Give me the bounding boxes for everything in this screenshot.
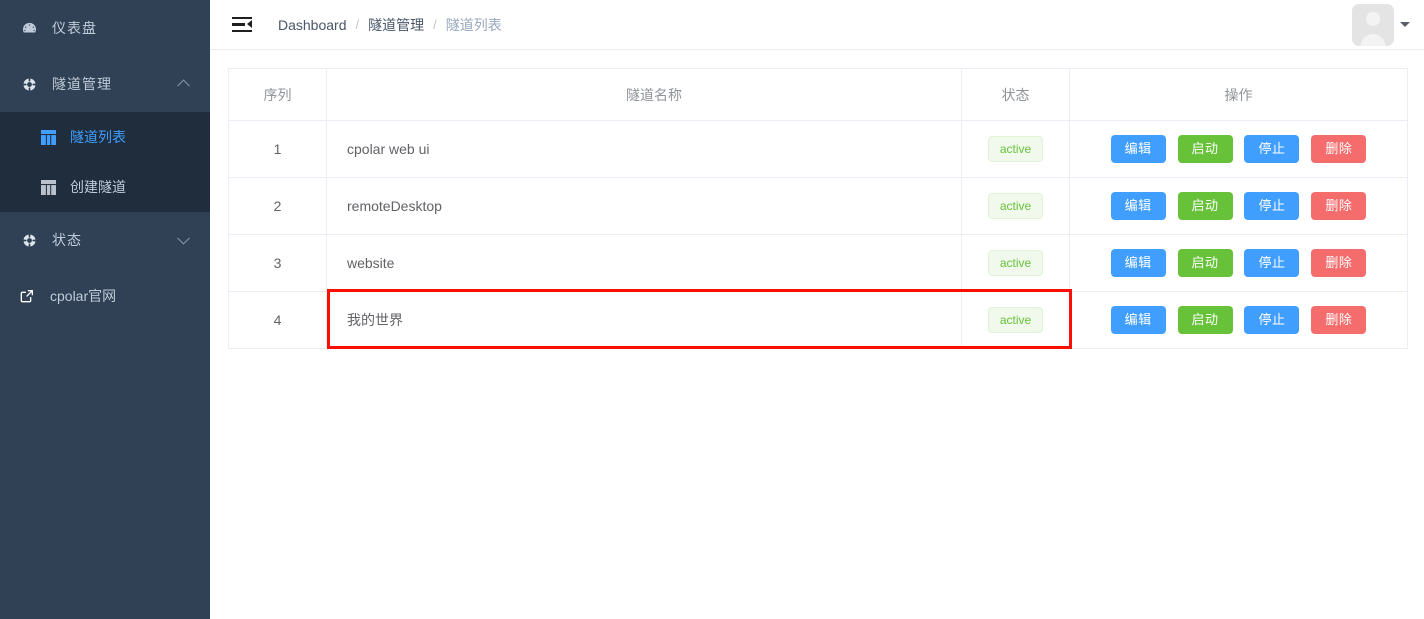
start-button[interactable]: 启动: [1177, 249, 1233, 277]
cell-sequence: 3: [228, 234, 327, 292]
breadcrumb-item-tunnel-management[interactable]: 隧道管理: [368, 15, 424, 35]
tunnel-table: 序列 隧道名称 状态 操作 1 cpolar web ui active 编辑 …: [228, 68, 1408, 349]
status-badge: active: [987, 307, 1044, 333]
edit-button[interactable]: 编辑: [1110, 306, 1166, 334]
breadcrumb: Dashboard / 隧道管理 / 隧道列表: [278, 15, 502, 35]
caret-down-icon[interactable]: [1400, 22, 1410, 27]
stop-button[interactable]: 停止: [1244, 306, 1300, 334]
delete-button[interactable]: 删除: [1311, 192, 1367, 220]
status-badge: active: [987, 193, 1044, 219]
main-area: Dashboard / 隧道管理 / 隧道列表 序列 隧道名称 状态 操作 1 …: [210, 0, 1424, 619]
table-head: 序列 隧道名称 状态 操作: [228, 68, 1408, 121]
cell-status: active: [961, 177, 1070, 235]
cell-status: active: [961, 120, 1070, 178]
sidebar: 仪表盘 隧道管理 隧道列表 创建隧道 状态 cpolar官网: [0, 0, 210, 619]
table-header-row: 序列 隧道名称 状态 操作: [228, 68, 1408, 121]
delete-button[interactable]: 删除: [1311, 306, 1367, 334]
edit-button[interactable]: 编辑: [1110, 135, 1166, 163]
external-link-icon: [18, 287, 36, 305]
column-header-name: 隧道名称: [326, 68, 962, 121]
edit-button[interactable]: 编辑: [1110, 192, 1166, 220]
user-menu[interactable]: [1352, 3, 1410, 46]
delete-button[interactable]: 删除: [1311, 249, 1367, 277]
sidebar-item-label: 仪表盘: [52, 20, 97, 36]
cell-actions: 编辑 启动 停止 删除: [1069, 234, 1408, 292]
cell-status: active: [961, 291, 1070, 349]
chevron-up-icon: [177, 79, 190, 93]
sidebar-item-status[interactable]: 状态: [0, 212, 210, 268]
status-badge: active: [987, 250, 1044, 276]
cell-name: cpolar web ui: [326, 120, 962, 178]
sidebar-item-dashboard[interactable]: 仪表盘: [0, 0, 210, 56]
cell-name: website: [326, 234, 962, 292]
cell-status: active: [961, 234, 1070, 292]
sidebar-item-label: 状态: [52, 232, 82, 248]
content-area: 序列 隧道名称 状态 操作 1 cpolar web ui active 编辑 …: [210, 50, 1424, 619]
table-row[interactable]: 3 website active 编辑 启动 停止 删除: [228, 234, 1408, 292]
sidebar-item-label: 隧道列表: [70, 129, 126, 145]
cell-name: 我的世界: [326, 291, 962, 349]
breadcrumb-separator: /: [355, 17, 360, 32]
grid-icon: [40, 179, 56, 195]
tunnel-icon: [20, 75, 38, 93]
sidebar-item-create-tunnel[interactable]: 创建隧道: [0, 162, 210, 212]
breadcrumb-item-dashboard[interactable]: Dashboard: [278, 17, 347, 33]
cell-actions: 编辑 启动 停止 删除: [1069, 177, 1408, 235]
chevron-down-icon: [177, 231, 190, 245]
user-avatar-icon: [1366, 11, 1380, 26]
sidebar-item-tunnel-management[interactable]: 隧道管理: [0, 56, 210, 112]
sidebar-item-label: 创建隧道: [70, 179, 126, 195]
cell-actions: 编辑 启动 停止 删除: [1069, 291, 1408, 349]
status-icon: [20, 231, 38, 249]
cell-sequence: 4: [228, 291, 327, 349]
stop-button[interactable]: 停止: [1244, 192, 1300, 220]
stop-button[interactable]: 停止: [1244, 249, 1300, 277]
breadcrumb-item-tunnel-list: 隧道列表: [445, 16, 502, 33]
column-header-actions: 操作: [1069, 68, 1408, 121]
start-button[interactable]: 启动: [1177, 306, 1233, 334]
start-button[interactable]: 启动: [1177, 135, 1233, 163]
breadcrumb-separator: /: [433, 17, 437, 32]
dashboard-icon: [20, 19, 38, 37]
table-row[interactable]: 2 remoteDesktop active 编辑 启动 停止 删除: [228, 177, 1408, 235]
sidebar-submenu-tunnel: 隧道列表 创建隧道: [0, 112, 210, 212]
menu-fold-icon[interactable]: [232, 16, 252, 33]
sidebar-item-label: 隧道管理: [52, 76, 112, 92]
column-header-status: 状态: [961, 68, 1070, 121]
start-button[interactable]: 启动: [1177, 192, 1233, 220]
cell-name: remoteDesktop: [326, 177, 962, 235]
table-row[interactable]: 1 cpolar web ui active 编辑 启动 停止 删除: [228, 120, 1408, 178]
topbar: Dashboard / 隧道管理 / 隧道列表: [210, 0, 1424, 50]
sidebar-item-tunnel-list[interactable]: 隧道列表: [0, 112, 210, 162]
edit-button[interactable]: 编辑: [1110, 249, 1166, 277]
table-row[interactable]: 4 我的世界 active 编辑 启动 停止 删除: [228, 291, 1408, 349]
grid-icon: [40, 129, 56, 145]
cell-sequence: 2: [228, 177, 327, 235]
delete-button[interactable]: 删除: [1311, 135, 1367, 163]
app-root: 仪表盘 隧道管理 隧道列表 创建隧道 状态 cpolar官网 Dashboard…: [0, 0, 1424, 619]
table-body: 1 cpolar web ui active 编辑 启动 停止 删除 2 rem…: [228, 120, 1408, 349]
cell-actions: 编辑 启动 停止 删除: [1069, 120, 1408, 178]
avatar[interactable]: [1352, 3, 1394, 46]
sidebar-item-label: cpolar官网: [50, 288, 117, 304]
sidebar-item-cpolar-website[interactable]: cpolar官网: [0, 268, 210, 324]
stop-button[interactable]: 停止: [1244, 135, 1300, 163]
status-badge: active: [987, 136, 1044, 162]
column-header-sequence: 序列: [228, 68, 327, 121]
cell-sequence: 1: [228, 120, 327, 178]
